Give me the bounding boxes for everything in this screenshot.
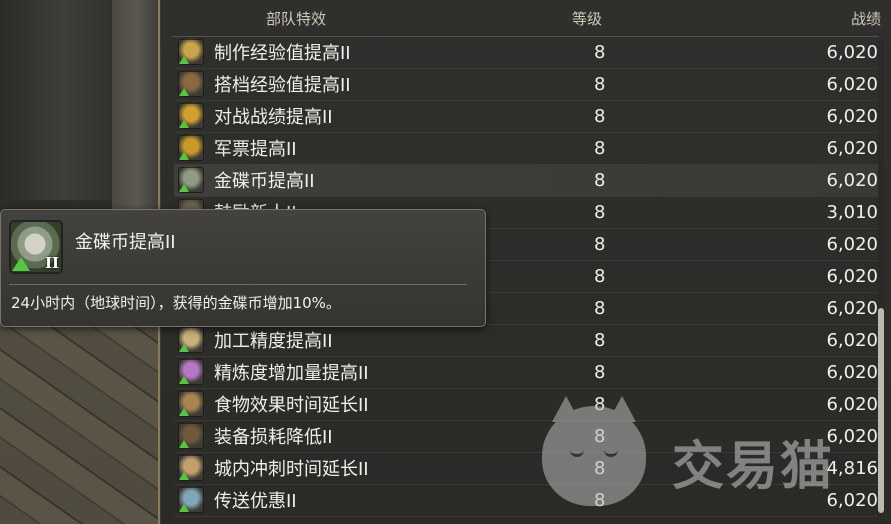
table-row[interactable]: 搭档经验值提高II 8 6,020 <box>174 68 882 101</box>
watermark: 交易猫 <box>538 396 888 512</box>
header-name[interactable]: 部队特效 <box>266 8 326 29</box>
table-header: 部队特效 等级 战绩 <box>160 0 891 36</box>
gear-repair-icon <box>178 423 204 449</box>
row-name: 精炼度增加量提高II <box>214 363 369 384</box>
row-score: 6,020 <box>826 137 878 159</box>
up-arrow-icon <box>179 152 189 160</box>
stone-pillar <box>112 0 162 230</box>
row-score: 6,020 <box>826 73 878 95</box>
row-level: 8 <box>594 265 606 287</box>
tooltip-divider <box>9 284 467 285</box>
up-arrow-icon <box>179 408 189 416</box>
row-name: 加工精度提高II <box>214 331 333 352</box>
watermark-text: 交易猫 <box>672 437 835 497</box>
table-row[interactable]: 制作经验值提高II 8 6,020 <box>174 38 882 69</box>
cobblestone-ground <box>0 320 160 524</box>
row-name: 传送优惠II <box>214 491 297 512</box>
up-arrow-icon <box>179 120 189 128</box>
row-level: 8 <box>594 201 606 223</box>
row-name: 装备损耗降低II <box>214 427 333 448</box>
row-level: 8 <box>594 233 606 255</box>
row-name: 搭档经验值提高II <box>214 75 351 96</box>
up-arrow-icon <box>179 56 189 64</box>
trophy-icon <box>178 103 204 129</box>
tooltip-description: 24小时内（地球时间），获得的金碟币增加10%。 <box>11 294 341 312</box>
rank-label: II <box>44 254 59 272</box>
row-score: 6,020 <box>826 297 878 319</box>
table-row[interactable]: 金碟币提高II 8 6,020 <box>174 164 882 197</box>
row-level: 8 <box>594 105 606 127</box>
spiritbond-icon <box>178 359 204 385</box>
header-divider <box>172 36 878 37</box>
row-score: 6,020 <box>826 41 878 63</box>
control-icon <box>178 327 204 353</box>
up-arrow-icon <box>179 344 189 352</box>
up-arrow-icon <box>179 504 189 512</box>
row-score: 6,020 <box>826 169 878 191</box>
table-row[interactable]: 精炼度增加量提高II 8 6,020 <box>174 356 882 389</box>
up-arrow-icon <box>179 88 189 96</box>
row-score: 6,020 <box>826 105 878 127</box>
row-level: 8 <box>594 329 606 351</box>
cat-eye-icon <box>570 448 584 457</box>
cat-logo-icon <box>542 396 646 506</box>
sprint-icon <box>178 455 204 481</box>
header-score[interactable]: 战绩 <box>851 8 881 29</box>
row-score: 6,020 <box>826 233 878 255</box>
partner-icon <box>178 71 204 97</box>
row-level: 8 <box>594 41 606 63</box>
craft-icon <box>178 39 204 65</box>
up-arrow-icon <box>179 440 189 448</box>
up-arrow-icon <box>179 472 189 480</box>
table-row[interactable]: 加工精度提高II 8 6,020 <box>174 324 882 357</box>
tooltip-title: 金碟币提高II <box>75 232 176 253</box>
table-row[interactable]: 军票提高II 8 6,020 <box>174 132 882 165</box>
row-score: 6,020 <box>826 361 878 383</box>
teleport-icon <box>178 487 204 513</box>
cat-eye-icon <box>604 448 618 457</box>
row-score: 3,010 <box>826 201 878 223</box>
row-name: 对战战绩提高II <box>214 107 333 128</box>
row-level: 8 <box>594 169 606 191</box>
row-score: 6,020 <box>826 265 878 287</box>
row-name: 食物效果时间延长II <box>214 395 369 416</box>
action-tooltip: II 金碟币提高II 24小时内（地球时间），获得的金碟币增加10%。 <box>0 209 486 327</box>
row-name: 制作经验值提高II <box>214 43 351 64</box>
row-level: 8 <box>594 73 606 95</box>
seal-icon <box>178 135 204 161</box>
mgp-coin-icon <box>178 167 204 193</box>
row-name: 军票提高II <box>214 139 297 160</box>
mgp-coin-icon: II <box>9 220 63 274</box>
header-level[interactable]: 等级 <box>572 8 602 29</box>
food-icon <box>178 391 204 417</box>
row-name: 金碟币提高II <box>214 171 315 192</box>
row-level: 8 <box>594 137 606 159</box>
row-name: 城内冲刺时间延长II <box>214 459 369 480</box>
up-arrow-icon <box>179 376 189 384</box>
row-level: 8 <box>594 297 606 319</box>
row-level: 8 <box>594 361 606 383</box>
row-score: 6,020 <box>826 329 878 351</box>
up-arrow-icon <box>12 257 30 271</box>
up-arrow-icon <box>179 184 189 192</box>
table-row[interactable]: 对战战绩提高II 8 6,020 <box>174 100 882 133</box>
